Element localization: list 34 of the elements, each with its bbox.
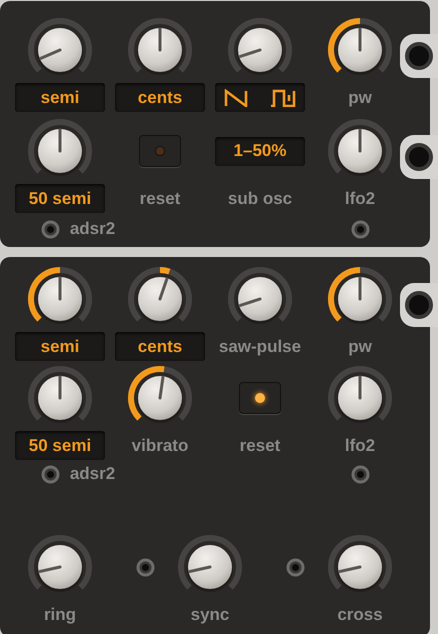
square-wave-icon [270,88,296,106]
reset-button[interactable] [239,382,281,414]
control-label: pw [348,86,372,109]
jack-socket[interactable] [40,464,60,484]
control-label: ring [44,604,76,626]
value-display: cents [115,332,205,361]
control-label: lfo2 [344,434,376,457]
jack-port[interactable] [400,135,438,179]
jack-socket[interactable] [286,558,305,577]
socket-label: adsr2 [70,218,116,240]
control-label: reset [140,188,180,210]
jack-port[interactable] [400,34,438,78]
control-label: saw-pulse [218,336,302,358]
value-display: 1–50% [215,136,305,166]
control-label: pw [348,336,372,358]
control-label: vibrato [132,434,188,457]
control-label: sync [190,604,230,626]
control-label: lfo2 [344,188,376,210]
jack-socket[interactable] [350,464,370,484]
value-display: 50 semi [15,184,105,213]
jack-socket[interactable] [350,220,370,238]
jack-socket[interactable] [40,220,60,238]
jack-socket[interactable] [136,558,155,577]
socket-label: adsr2 [70,463,116,486]
value-display: cents [115,83,205,112]
waveform-display[interactable] [215,83,305,112]
value-display: semi [15,332,105,361]
control-label: cross [337,604,383,626]
value-display: 50 semi [15,431,105,460]
value-display: semi [15,83,105,112]
jack-port[interactable] [400,283,438,327]
control-label: reset [240,434,280,457]
control-label: sub osc [228,188,292,210]
saw-wave-icon [224,88,248,106]
